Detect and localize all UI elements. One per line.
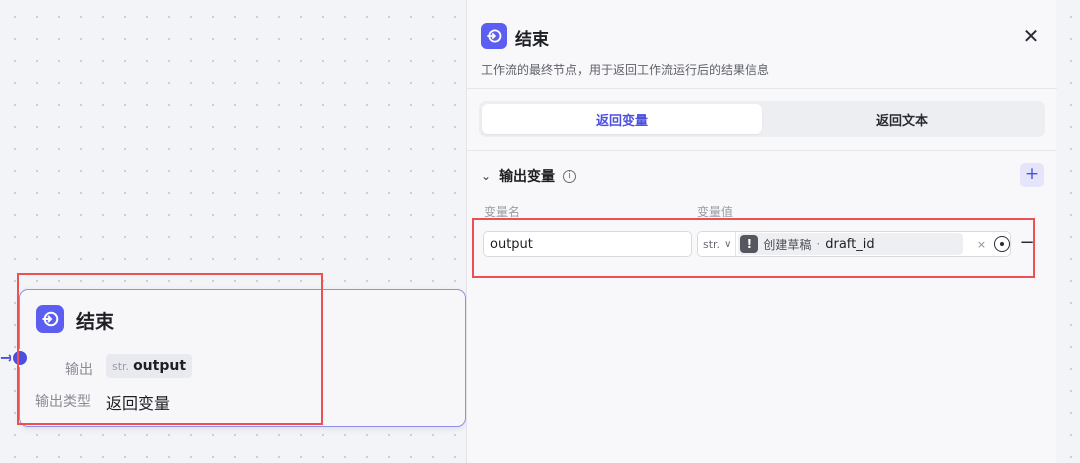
end-node-card[interactable]: 结束 输出 str. output 输出类型 返回变量 — [19, 289, 466, 427]
output-variables-section-header: ⌄ 输出变量 i — [481, 166, 577, 186]
variable-type-select[interactable]: str. ∨ — [698, 232, 737, 256]
node-output-type-label: 输出类型 — [35, 394, 91, 410]
header-divider — [467, 88, 1057, 89]
tabs-divider — [467, 150, 1057, 151]
end-node-icon — [481, 23, 507, 49]
end-node-config-panel: 结束 ✕ 工作流的最终节点，用于返回工作流运行后的结果信息 返回变量 返回文本 … — [466, 0, 1057, 463]
column-header-name: 变量名 — [484, 205, 521, 219]
remove-variable-button[interactable]: − — [1019, 233, 1035, 255]
info-icon[interactable]: i — [563, 169, 577, 183]
variable-reference-tag[interactable]: ! 创建草稿 · draft_id — [738, 233, 963, 255]
end-node-icon — [36, 305, 64, 333]
clear-reference-icon[interactable]: × — [977, 238, 986, 251]
close-icon[interactable]: ✕ — [1019, 24, 1043, 48]
panel-description: 工作流的最终节点，用于返回工作流运行后的结果信息 — [481, 63, 770, 77]
add-variable-button[interactable]: + — [1020, 163, 1044, 187]
variable-name-input[interactable] — [483, 231, 692, 257]
node-output-chip-type: str. — [112, 359, 130, 373]
end-node-title: 结束 — [76, 311, 115, 333]
panel-title: 结束 — [515, 30, 549, 50]
tab-return-variables[interactable]: 返回变量 — [482, 104, 762, 134]
reference-separator: · — [816, 237, 821, 251]
variable-value-field[interactable]: str. ∨ ! 创建草稿 · draft_id × — [697, 231, 1011, 257]
chevron-down-icon: ∨ — [724, 238, 732, 250]
node-output-chip-name: output — [133, 358, 187, 374]
node-output-label: 输出 — [65, 362, 93, 378]
panel-edge — [1056, 0, 1080, 463]
column-header-value: 变量值 — [697, 205, 734, 219]
return-mode-tabs: 返回变量 返回文本 — [479, 101, 1045, 137]
node-input-handle[interactable] — [11, 349, 29, 367]
reference-source-node: 创建草稿 — [763, 237, 812, 252]
warning-icon: ! — [740, 235, 759, 253]
reference-field: draft_id — [825, 236, 875, 252]
select-reference-icon[interactable] — [994, 236, 1010, 252]
chevron-down-icon[interactable]: ⌄ — [481, 169, 491, 183]
variable-type-label: str. — [703, 237, 721, 251]
section-title: 输出变量 — [499, 169, 556, 185]
tab-return-text[interactable]: 返回文本 — [762, 104, 1042, 134]
node-output-chip: str. output — [106, 354, 193, 378]
node-output-type-value: 返回变量 — [106, 394, 171, 413]
